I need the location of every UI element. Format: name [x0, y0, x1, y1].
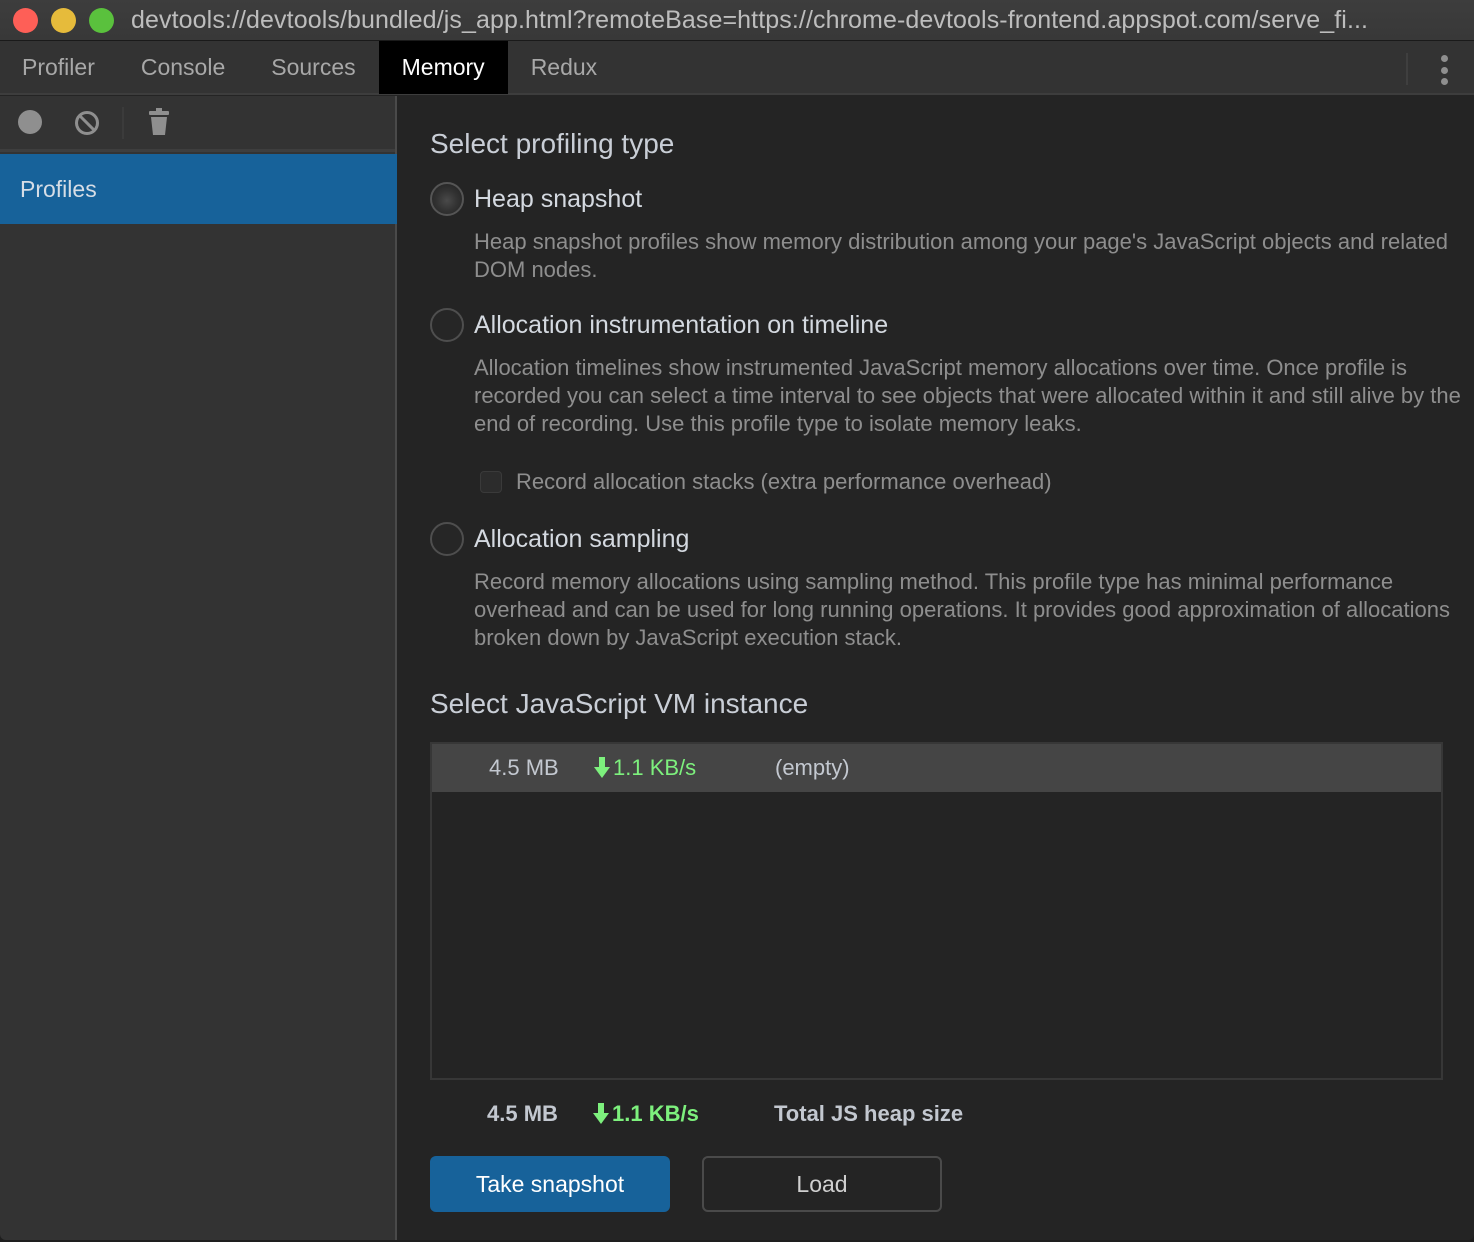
vm-rate-value: 1.1 KB/s: [613, 755, 697, 780]
profiles-sidebar: Profiles: [0, 96, 397, 1240]
total-heap-label: Total JS heap size: [774, 1101, 964, 1126]
record-allocation-stacks-checkbox[interactable]: [480, 471, 502, 493]
take-snapshot-button[interactable]: Take snapshot: [430, 1156, 670, 1212]
tab-redux[interactable]: Redux: [508, 41, 620, 94]
heap-snapshot-description: Heap snapshot profiles show memory distr…: [474, 229, 1448, 282]
vm-heap-rate: 1.1 KB/s: [593, 755, 696, 781]
radio-heap-snapshot[interactable]: Heap snapshot: [430, 182, 642, 216]
total-heap-summary: 4.5 MB 1.1 KB/s Total JS heap size: [487, 1101, 1087, 1131]
sidebar-item-profiles[interactable]: Profiles: [0, 154, 397, 224]
close-window-button[interactable]: [13, 7, 38, 33]
tab-memory[interactable]: Memory: [378, 41, 508, 94]
window-controls: [13, 7, 127, 33]
radio-allocation-timeline[interactable]: Allocation instrumentation on timeline: [430, 308, 888, 342]
maximize-window-button[interactable]: [89, 7, 114, 33]
radio-button[interactable]: [430, 308, 464, 342]
devtools-window: devtools://devtools/bundled/js_app.html?…: [0, 0, 1474, 1240]
allocation-sampling-description: Record memory allocations using sampling…: [474, 569, 1450, 650]
memory-panel: Select profiling type Heap snapshot Heap…: [399, 96, 1474, 1240]
sidebar-item-label: Profiles: [20, 175, 97, 202]
vm-heap-size: 4.5 MB: [489, 755, 559, 780]
window-title: devtools://devtools/bundled/js_app.html?…: [131, 5, 1369, 34]
tabbar-divider: [1406, 53, 1408, 85]
radio-label: Heap snapshot: [474, 184, 643, 213]
arrow-down-icon: [593, 1103, 609, 1124]
title-bar: devtools://devtools/bundled/js_app.html?…: [0, 0, 1474, 41]
tab-profiler[interactable]: Profiler: [0, 41, 118, 94]
vm-instance-name: (empty): [775, 755, 850, 780]
toolbar-divider: [122, 107, 124, 139]
radio-label: Allocation instrumentation on timeline: [474, 310, 889, 339]
load-button[interactable]: Load: [702, 1156, 942, 1212]
tab-console[interactable]: Console: [118, 41, 248, 94]
vm-instance-list: 4.5 MB 1.1 KB/s (empty): [430, 742, 1443, 1080]
sidebar-toolbar: [0, 96, 395, 152]
minimize-window-button[interactable]: [51, 7, 76, 33]
more-options-icon[interactable]: [1436, 55, 1452, 85]
total-heap-rate: 1.1 KB/s: [592, 1101, 699, 1127]
trash-icon[interactable]: [148, 108, 170, 136]
record-icon[interactable]: [18, 110, 42, 134]
radio-allocation-sampling[interactable]: Allocation sampling: [430, 522, 689, 556]
vm-instance-heading: Select JavaScript VM instance: [430, 688, 809, 719]
total-heap-size: 4.5 MB: [487, 1101, 558, 1126]
allocation-timeline-description: Allocation timelines show instrumented J…: [474, 355, 1461, 436]
radio-button[interactable]: [430, 522, 464, 556]
total-rate-value: 1.1 KB/s: [612, 1101, 699, 1126]
tab-sources[interactable]: Sources: [248, 41, 378, 94]
checkbox-label: Record allocation stacks (extra performa…: [516, 469, 1052, 494]
panel-tabs: Profiler Console Sources Memory Redux: [0, 41, 1474, 95]
arrow-down-icon: [594, 757, 610, 778]
vm-instance-row[interactable]: 4.5 MB 1.1 KB/s (empty): [432, 744, 1441, 792]
profiling-type-heading: Select profiling type: [430, 128, 675, 159]
record-allocation-stacks-option[interactable]: Record allocation stacks (extra performa…: [480, 469, 1052, 495]
clear-icon[interactable]: [74, 110, 100, 136]
radio-button[interactable]: [430, 182, 464, 216]
radio-label: Allocation sampling: [474, 524, 690, 553]
